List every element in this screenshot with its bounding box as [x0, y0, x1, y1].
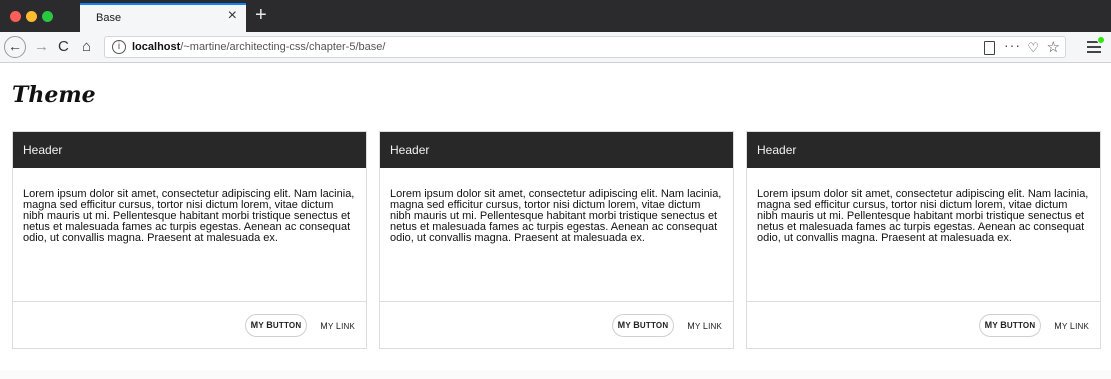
update-badge-icon	[1097, 36, 1105, 44]
tab-bar: Base × +	[0, 0, 1111, 32]
tab-title: Base	[96, 12, 122, 24]
card-header: Header	[747, 132, 1100, 168]
my-link[interactable]: MY LINK	[1054, 321, 1089, 331]
pocket-icon[interactable]: ♡	[1027, 40, 1039, 56]
menu-icon-bar	[1087, 51, 1101, 53]
card-footer: MY BUTTON MY LINK	[13, 301, 366, 348]
card-body: Lorem ipsum dolor sit amet, consectetur …	[390, 188, 722, 244]
page-bottom-strip	[0, 370, 1111, 379]
new-tab-button[interactable]: +	[255, 3, 267, 27]
my-link-label: MY LINK	[687, 321, 722, 331]
close-tab-icon[interactable]: ×	[228, 8, 237, 24]
my-link-label: MY LINK	[1054, 321, 1089, 331]
card-body: Lorem ipsum dolor sit amet, consectetur …	[757, 188, 1089, 244]
back-icon[interactable]: ←	[4, 36, 26, 58]
page-actions-icon[interactable]: ···	[1004, 37, 1021, 53]
menu-icon-bar	[1087, 46, 1101, 48]
browser-tab-active[interactable]: Base ×	[80, 3, 246, 32]
card-body: Lorem ipsum dolor sit amet, consectetur …	[23, 188, 355, 244]
minimize-window-button[interactable]	[26, 11, 37, 22]
my-link-label: MY LINK	[320, 321, 355, 331]
url-text[interactable]: localhost/~martine/architecting-css/chap…	[132, 41, 385, 53]
card: Header Lorem ipsum dolor sit amet, conse…	[379, 131, 734, 349]
my-button[interactable]: MY BUTTON	[612, 314, 674, 337]
forward-icon[interactable]: →	[34, 38, 49, 56]
menu-icon[interactable]	[1087, 36, 1105, 53]
home-icon[interactable]: ⌂	[82, 38, 91, 56]
reload-icon[interactable]: C	[58, 38, 69, 56]
my-button[interactable]: MY BUTTON	[979, 314, 1041, 337]
zoom-window-button[interactable]	[42, 11, 53, 22]
info-icon[interactable]: i	[112, 40, 126, 54]
address-bar[interactable]: i localhost/~martine/architecting-css/ch…	[104, 36, 1066, 58]
my-link[interactable]: MY LINK	[687, 321, 722, 331]
my-button[interactable]: MY BUTTON	[245, 314, 307, 337]
page-title: Theme	[12, 82, 96, 108]
my-link[interactable]: MY LINK	[320, 321, 355, 331]
card: Header Lorem ipsum dolor sit amet, conse…	[746, 131, 1101, 349]
navigation-toolbar: ← → C ⌂ i localhost/~martine/architectin…	[0, 32, 1111, 63]
card: Header Lorem ipsum dolor sit amet, conse…	[12, 131, 367, 349]
reader-view-icon[interactable]	[984, 41, 995, 55]
my-button-label: MY BUTTON	[250, 320, 302, 330]
card-footer: MY BUTTON MY LINK	[380, 301, 733, 348]
my-button-label: MY BUTTON	[984, 320, 1036, 330]
card-header: Header	[13, 132, 366, 168]
url-host: localhost	[132, 41, 181, 53]
card-footer: MY BUTTON MY LINK	[747, 301, 1100, 348]
my-button-label: MY BUTTON	[617, 320, 669, 330]
url-path: /~martine/architecting-css/chapter-5/bas…	[180, 41, 386, 53]
bookmark-star-icon[interactable]: ☆	[1047, 38, 1060, 56]
card-header: Header	[380, 132, 733, 168]
close-window-button[interactable]	[10, 11, 21, 22]
